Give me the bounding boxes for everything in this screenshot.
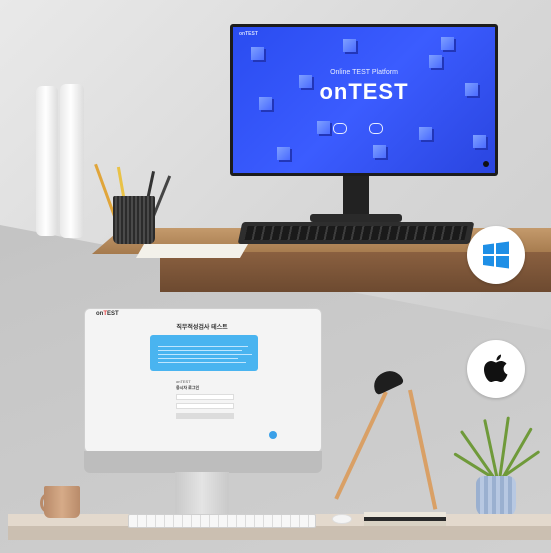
notice-line [158, 358, 238, 359]
coffee-mug [44, 486, 80, 518]
notice-line [158, 362, 246, 363]
login-label: onTEST [176, 379, 191, 384]
app-brand[interactable]: onTEST [239, 31, 258, 37]
decor-cube [277, 147, 290, 160]
decor-cube [317, 121, 330, 134]
paper-roll [36, 86, 58, 236]
decor-cube [419, 127, 432, 140]
notice-line [158, 354, 252, 355]
notice-panel [150, 335, 258, 371]
product-scene: onTEST Online TEST Platform onTEST onTES… [0, 0, 551, 553]
platform-subtitle: Online TEST Platform [330, 69, 398, 76]
decor-cube [441, 37, 454, 50]
monitor-chin [84, 451, 322, 473]
secondary-button[interactable] [369, 123, 383, 134]
decor-cube [473, 135, 486, 148]
decor-cube [251, 47, 264, 60]
desktop-monitor-windows: onTEST Online TEST Platform onTEST [230, 24, 498, 176]
apple-icon [484, 354, 508, 382]
ontest-logo: onTEST [319, 79, 409, 104]
app-brand-small[interactable]: onTEST [96, 311, 119, 317]
password-input[interactable] [176, 403, 234, 409]
chat-icon[interactable] [483, 161, 489, 167]
notice-line [158, 346, 248, 347]
lower-desk-front [8, 526, 551, 540]
decor-cube [343, 39, 356, 52]
paper-roll [60, 84, 84, 238]
ontest-landing-screen: onTEST Online TEST Platform onTEST [233, 27, 495, 173]
help-icon[interactable] [269, 431, 277, 439]
windows-icon [483, 241, 509, 269]
plant-pot [476, 476, 516, 518]
login-heading: 응시자 로그인 [176, 385, 200, 390]
primary-button[interactable] [333, 123, 347, 134]
test-title: 직무적성검사 테스트 [176, 325, 228, 331]
login-button[interactable] [176, 413, 234, 419]
keyboard [237, 222, 475, 244]
notice-line [158, 350, 242, 351]
id-input[interactable] [176, 394, 234, 400]
mouse [332, 514, 352, 524]
keyboard [128, 514, 316, 528]
paper-sheet [135, 244, 249, 258]
monitor-base [310, 214, 402, 222]
decor-cube [373, 145, 386, 158]
apple-badge [467, 340, 525, 398]
decor-cube [429, 55, 442, 68]
book-stack [364, 512, 446, 526]
windows-badge [467, 226, 525, 284]
monitor-stand [175, 472, 229, 516]
pencil-cup [113, 196, 155, 244]
